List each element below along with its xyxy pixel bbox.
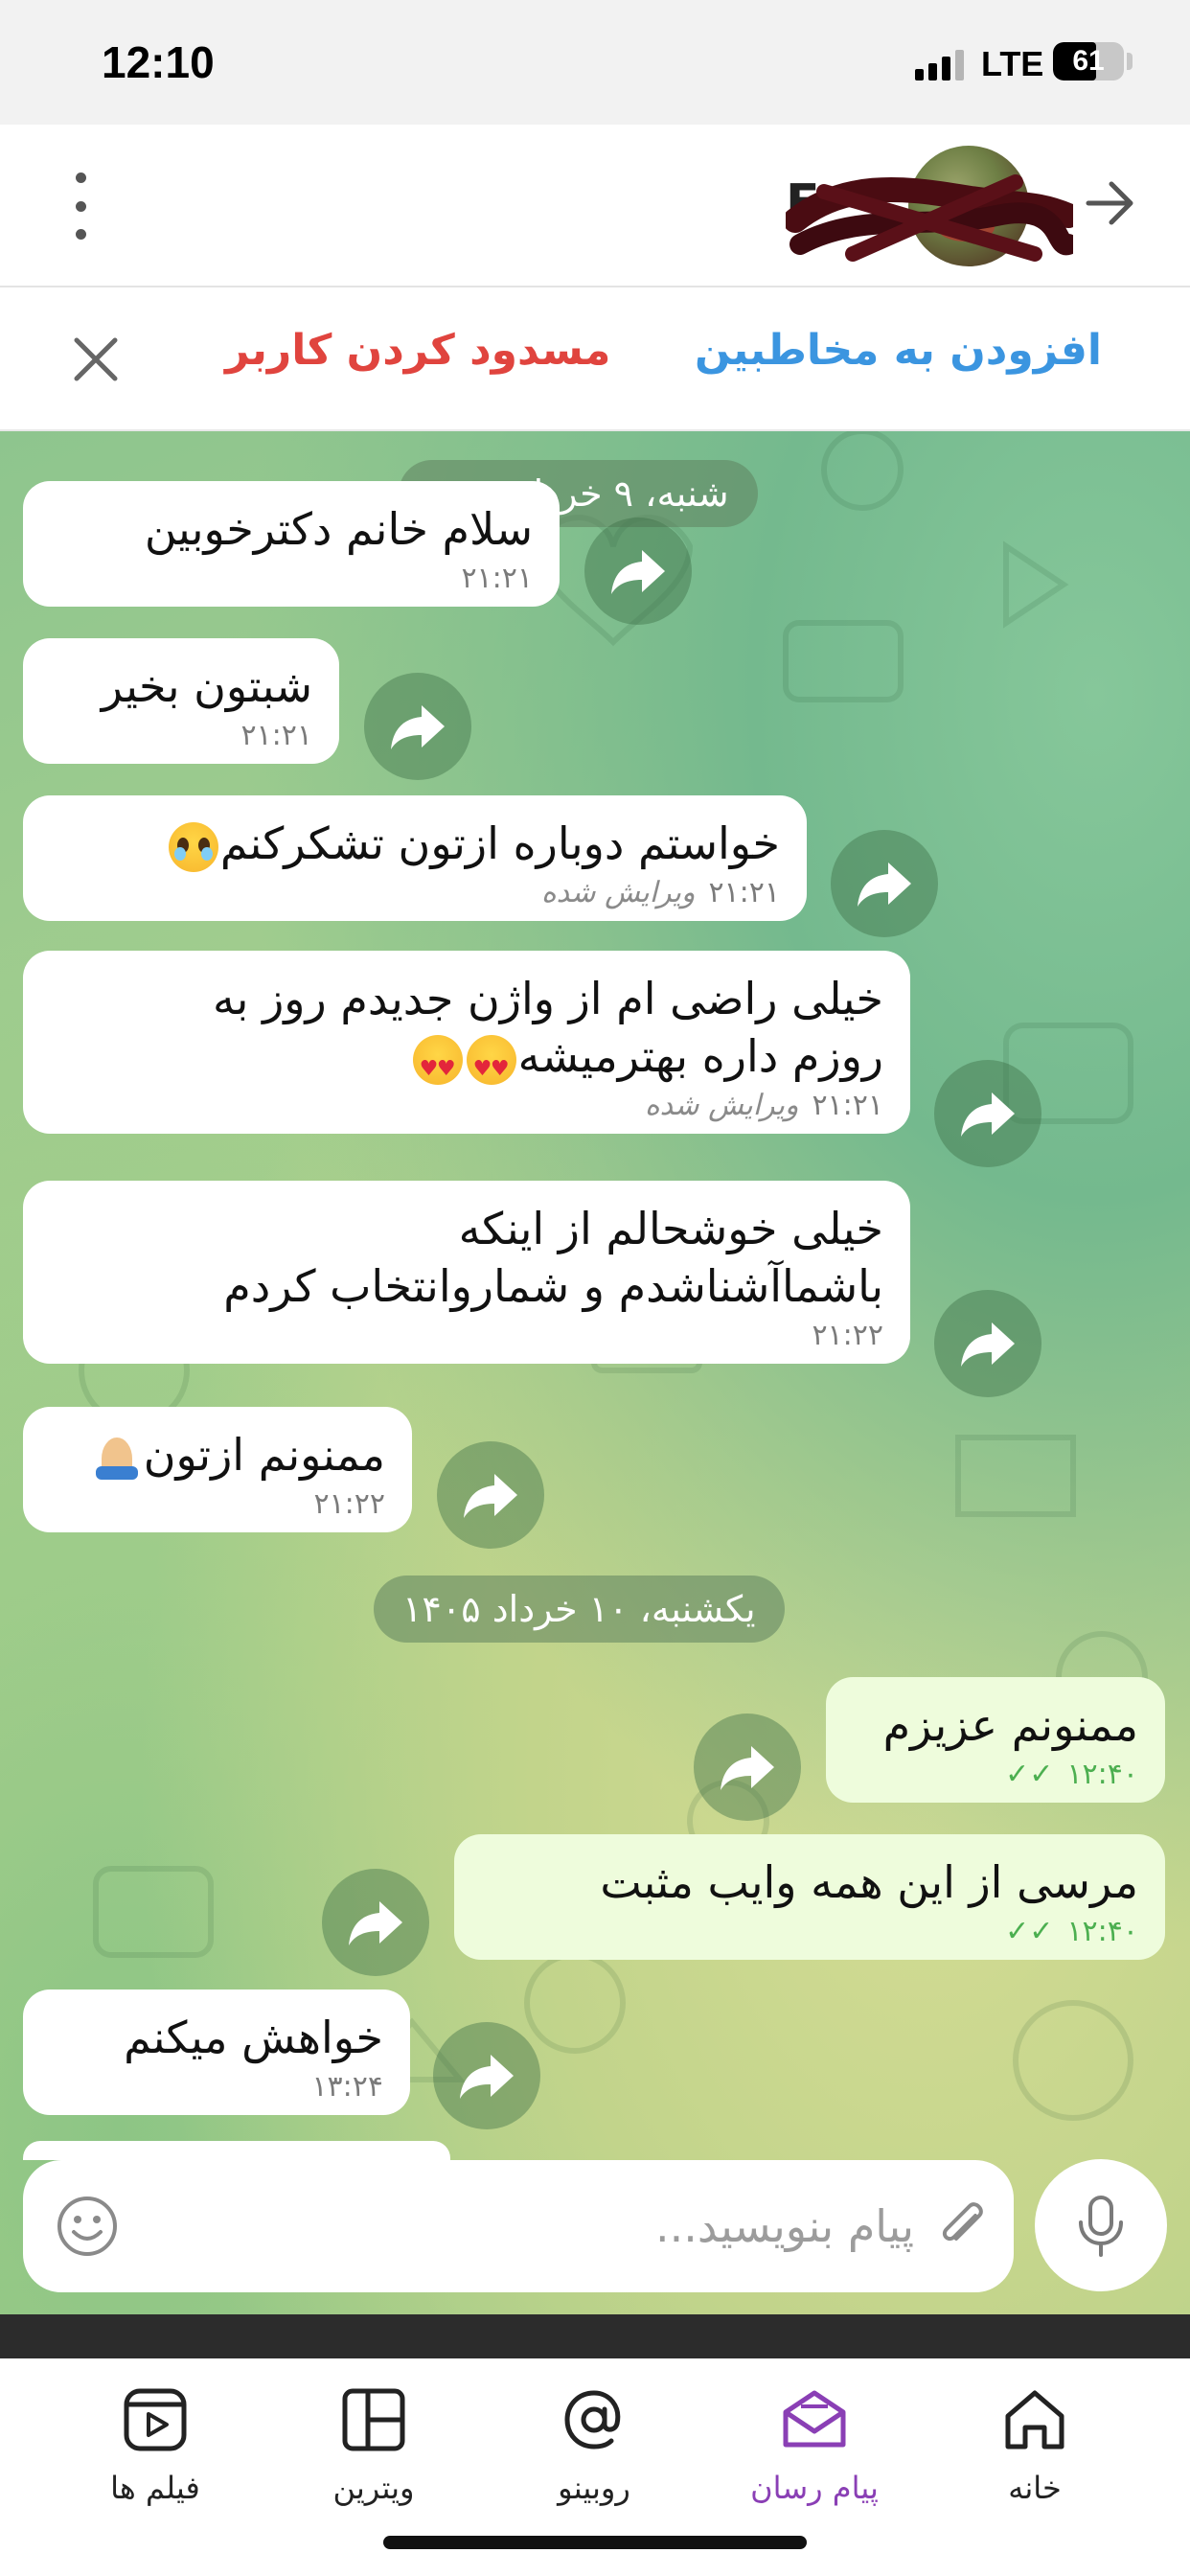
new-contact-action-bar: مسدود کردن کاربر افزودن به مخاطبین	[0, 288, 1190, 431]
message-time: ۲۱:۲۲	[313, 1487, 385, 1521]
message-time: ۲۱:۲۱	[240, 719, 312, 752]
message-bubble-outgoing[interactable]: مرسی از این همه وایب مثبت ۱۲:۴۰ ✓✓	[454, 1834, 1165, 1960]
share-arrow-icon	[721, 1746, 774, 1790]
forward-button[interactable]	[831, 830, 938, 937]
folded-hands-emoji	[92, 1434, 142, 1484]
forward-button[interactable]	[694, 1714, 801, 1821]
forward-button[interactable]	[934, 1060, 1041, 1167]
share-arrow-icon	[961, 1092, 1015, 1137]
forward-button[interactable]	[322, 1869, 429, 1976]
message-time: ۲۱:۲۱	[812, 1089, 883, 1122]
video-icon	[124, 2388, 187, 2451]
message-text: سلام خانم دکترخوبین	[144, 503, 533, 555]
message-text: خواستم دوباره ازتون تشکرکنم	[219, 817, 780, 869]
share-arrow-icon	[858, 862, 911, 907]
message-text: شبتون بخیر	[101, 660, 312, 712]
emoji-icon[interactable]	[56, 2195, 119, 2258]
message-time: ۱۳:۲۴	[311, 2070, 383, 2104]
chat-messages-area[interactable]: شنبه، ۹ خرداد ۱۴۰۵ سلام خانم دکترخوبین ۲…	[0, 431, 1190, 2314]
message-text: ممنونم ازتون	[143, 1429, 385, 1481]
date-separator: یکشنبه، ۱۰ خرداد ۱۴۰۵	[374, 1576, 785, 1643]
at-icon	[564, 2390, 621, 2450]
share-arrow-icon	[460, 2055, 514, 2099]
microphone-icon	[1079, 2196, 1123, 2257]
share-arrow-icon	[391, 705, 445, 749]
tab-label: خانه	[1008, 2470, 1062, 2506]
share-arrow-icon	[349, 1901, 402, 1945]
tab-rubino[interactable]: روبینو	[498, 2381, 690, 2535]
add-to-contacts-button[interactable]: افزودن به مخاطبین	[695, 326, 1102, 375]
network-type: LTE	[981, 44, 1044, 83]
chat-header: E	[0, 125, 1190, 288]
edited-label: ویرایش شده	[540, 876, 696, 909]
signal-icon	[915, 48, 964, 80]
share-arrow-icon	[611, 550, 665, 594]
message-time: ۲۱:۲۱	[708, 876, 780, 909]
message-time: ۱۲:۴۰	[1066, 1915, 1138, 1948]
status-time: 12:10	[102, 37, 215, 87]
tab-home[interactable]: خانه	[939, 2381, 1131, 2535]
heart-eyes-emoji	[466, 1034, 516, 1098]
more-options-icon[interactable]	[59, 172, 102, 240]
message-time: ۱۲:۴۰	[1066, 1758, 1138, 1791]
message-text-line: باشماآشناشدم و شماروانتخاب کردم	[223, 1260, 883, 1312]
forward-button[interactable]	[934, 1290, 1041, 1397]
message-bubble-incoming[interactable]: خیلی خوشحالم از اینکه باشماآشناشدم و شما…	[23, 1181, 910, 1364]
message-text: خواهش میکنم	[124, 2012, 383, 2063]
message-text: ممنونم عزیزم	[882, 1699, 1138, 1751]
message-time: ۲۱:۲۱	[461, 562, 533, 595]
close-icon[interactable]	[67, 331, 125, 388]
message-bubble-incoming[interactable]: سلام خانم دکترخوبین ۲۱:۲۱	[23, 481, 560, 607]
forward-button[interactable]	[433, 2022, 540, 2129]
tab-messenger[interactable]: پیام رسان	[719, 2381, 910, 2535]
edited-label: ویرایش شده	[644, 1089, 799, 1122]
message-bubble-incoming[interactable]: خیلی راضی ام از واژن جدیدم روز به روزم د…	[23, 951, 910, 1134]
message-text-line: خیلی راضی ام از واژن جدیدم روز به	[213, 973, 883, 1024]
tab-films[interactable]: فیلم ها	[59, 2381, 251, 2535]
message-text: مرسی از این همه وایب مثبت	[600, 1856, 1138, 1908]
message-time: ۲۱:۲۲	[812, 1319, 883, 1352]
tab-label: ویترین	[332, 2470, 415, 2506]
message-bubble-incoming[interactable]: خواستم دوباره ازتون تشکرکنم ۲۱:۲۱ ویرایش …	[23, 795, 807, 921]
double-check-icon: ✓✓	[1005, 1915, 1054, 1948]
message-bubble-outgoing[interactable]: ممنونم عزیزم ۱۲:۴۰ ✓✓	[826, 1677, 1165, 1803]
home-indicator	[383, 2536, 807, 2549]
microphone-button[interactable]	[1035, 2159, 1167, 2291]
message-bubble-incoming[interactable]: ممنونم ازتون ۲۱:۲۲	[23, 1407, 412, 1532]
back-arrow-icon[interactable]	[1081, 174, 1138, 232]
tab-showcase[interactable]: ویترین	[278, 2381, 469, 2535]
message-input[interactable]	[148, 2193, 914, 2260]
share-arrow-icon	[961, 1322, 1015, 1367]
tab-label: فیلم ها	[110, 2470, 200, 2506]
tab-label: روبینو	[558, 2470, 630, 2506]
battery-tip	[1127, 53, 1133, 70]
status-bar: 12:10 LTE 61	[0, 0, 1190, 125]
share-arrow-icon	[464, 1474, 517, 1518]
forward-button[interactable]	[437, 1441, 544, 1549]
message-composer	[23, 2160, 1014, 2292]
message-text-line: خیلی خوشحالم از اینکه	[458, 1203, 883, 1254]
pleading-face-emoji	[168, 821, 218, 872]
home-icon	[1005, 2390, 1064, 2450]
battery-level: 61	[1072, 45, 1105, 77]
forward-button[interactable]	[364, 673, 471, 780]
battery-icon: 61	[1053, 42, 1124, 80]
heart-eyes-emoji	[412, 1034, 463, 1098]
messenger-icon	[783, 2390, 846, 2448]
partial-message-bubble	[23, 2141, 450, 2160]
message-text-line: روزم داره بهترمیشه	[517, 1030, 883, 1082]
double-check-icon: ✓✓	[1005, 1758, 1054, 1791]
tab-label: پیام رسان	[750, 2470, 879, 2506]
block-user-button[interactable]: مسدود کردن کاربر	[225, 326, 610, 375]
message-bubble-incoming[interactable]: خواهش میکنم ۱۳:۲۴	[23, 1990, 410, 2115]
attach-icon[interactable]	[933, 2195, 991, 2258]
message-bubble-incoming[interactable]: شبتون بخیر ۲۱:۲۱	[23, 638, 339, 764]
grid-icon	[342, 2388, 405, 2451]
redaction-scribble	[786, 174, 1073, 262]
divider-strip	[0, 2314, 1190, 2358]
forward-button[interactable]	[584, 518, 692, 625]
